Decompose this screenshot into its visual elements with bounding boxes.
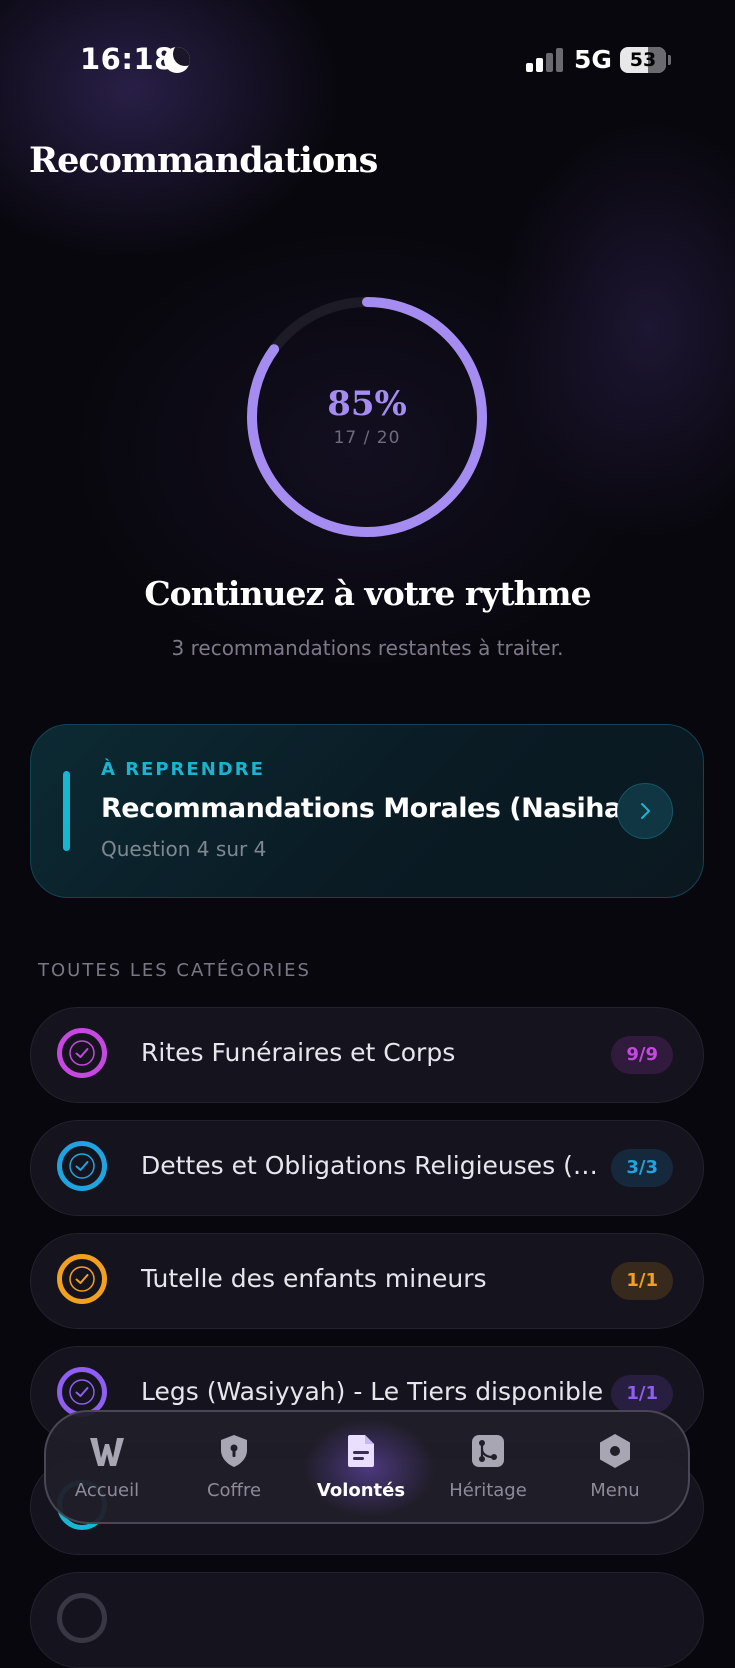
category-label: Dettes et Obligations Religieuses (Passi… <box>141 1151 611 1180</box>
category-count-badge: 1/1 <box>611 1262 673 1300</box>
subline: 3 recommandations restantes à traiter. <box>171 636 564 660</box>
branch-icon <box>472 1435 504 1467</box>
resume-tag: À REPRENDRE <box>101 759 265 780</box>
nav-tab-volontes[interactable]: Volontés <box>306 1432 416 1512</box>
nav-tab-coffre[interactable]: Coffre <box>179 1432 289 1512</box>
nav-label: Menu <box>590 1480 640 1501</box>
category-row[interactable]: Dettes et Obligations Religieuses (Passi… <box>30 1120 704 1216</box>
hexagon-menu-icon <box>600 1434 630 1468</box>
category-count-badge: 1/1 <box>611 1375 673 1413</box>
section-label: TOUTES LES CATÉGORIES <box>38 960 311 981</box>
progress-percent: 85% <box>327 384 407 424</box>
category-count-badge: 3/3 <box>611 1149 673 1187</box>
page-title: Recommandations <box>29 140 378 181</box>
nav-tab-heritage[interactable]: Héritage <box>433 1432 543 1512</box>
check-circle-icon <box>57 1028 107 1078</box>
progress-fraction: 17 / 20 <box>333 428 401 448</box>
chevron-right-icon <box>641 803 650 819</box>
nav-label: Accueil <box>74 1480 140 1501</box>
resume-subtitle: Question 4 sur 4 <box>101 837 267 861</box>
battery-icon: 53 <box>620 47 666 73</box>
resume-accent-bar <box>63 771 70 851</box>
network-type: 5G <box>574 45 612 74</box>
check-circle-icon <box>57 1254 107 1304</box>
check-circle-icon <box>57 1593 107 1643</box>
resume-card[interactable]: À REPRENDRE Recommandations Morales (Nas… <box>30 724 704 898</box>
headline: Continuez à votre rythme <box>144 574 591 613</box>
moon-icon <box>164 47 190 73</box>
category-label: Rites Funéraires et Corps <box>141 1038 456 1067</box>
category-count-badge: 9/9 <box>611 1036 673 1074</box>
category-row[interactable]: Tutelle des enfants mineurs 1/1 <box>30 1233 704 1329</box>
resume-title: Recommandations Morales (Nasiha) <box>101 793 634 824</box>
nav-label: Coffre <box>206 1480 262 1501</box>
status-time: 16:18 <box>80 42 175 76</box>
check-circle-icon <box>57 1141 107 1191</box>
resume-button[interactable] <box>617 783 673 839</box>
category-row[interactable] <box>30 1572 704 1668</box>
shield-lock-icon <box>221 1435 247 1467</box>
bottom-nav: Accueil Coffre Volontés Héritage Menu <box>44 1410 690 1524</box>
battery-level: 53 <box>629 49 657 71</box>
category-row[interactable]: Rites Funéraires et Corps 9/9 <box>30 1007 704 1103</box>
battery-nub <box>668 55 671 65</box>
progress-ring: 85% 17 / 20 <box>246 296 488 538</box>
document-icon <box>348 1435 374 1467</box>
status-bar: 16:18 5G 53 <box>0 0 735 120</box>
category-label: Tutelle des enfants mineurs <box>141 1264 487 1293</box>
nav-label: Héritage <box>449 1480 527 1501</box>
category-label: Legs (Wasiyyah) - Le Tiers disponible <box>141 1377 604 1406</box>
signal-icon <box>526 48 566 72</box>
logo-w-icon <box>90 1438 124 1466</box>
nav-tab-accueil[interactable]: Accueil <box>52 1432 162 1512</box>
nav-label: Volontés <box>316 1480 406 1501</box>
nav-tab-menu[interactable]: Menu <box>560 1432 670 1512</box>
